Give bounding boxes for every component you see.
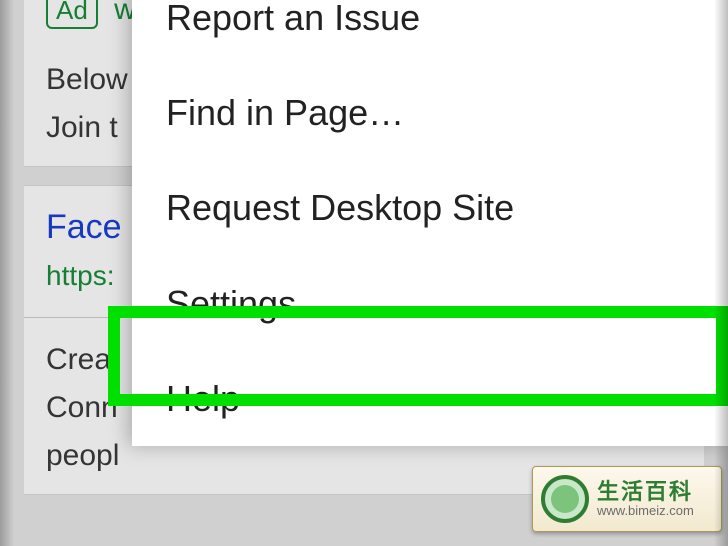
watermark-badge: 生活百科 www.bimeiz.com (532, 466, 722, 532)
browser-overflow-menu: Report an Issue Find in Page… Request De… (132, 0, 728, 446)
watermark-title: 生活百科 (597, 480, 694, 504)
menu-item-report-issue[interactable]: Report an Issue (132, 0, 728, 65)
watermark-url: www.bimeiz.com (597, 504, 694, 518)
menu-item-help[interactable]: Help (132, 351, 728, 446)
menu-item-settings[interactable]: Settings (132, 256, 728, 351)
menu-item-request-desktop-site[interactable]: Request Desktop Site (132, 160, 728, 255)
menu-item-find-in-page[interactable]: Find in Page… (132, 65, 728, 160)
watermark-text: 生活百科 www.bimeiz.com (597, 480, 694, 518)
watermark-logo-icon (541, 475, 589, 523)
screenshot-stage: Ad w Below Join t Face https: Creat Conn… (0, 0, 728, 546)
ad-badge: Ad (46, 0, 98, 29)
